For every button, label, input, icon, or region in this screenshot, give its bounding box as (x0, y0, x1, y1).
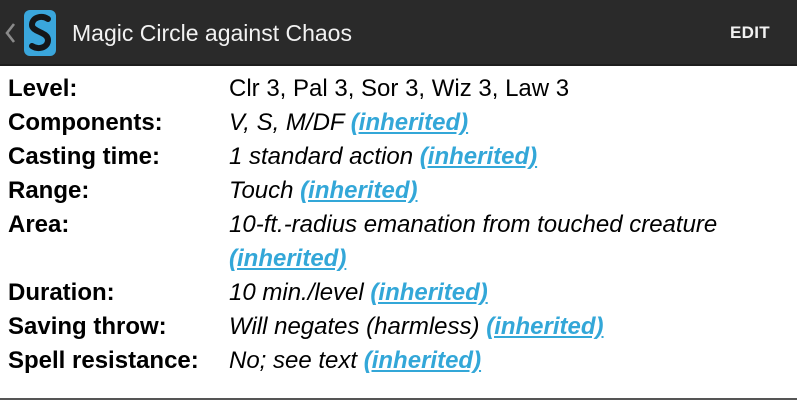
level-value: Clr 3, Pal 3, Sor 3, Wiz 3, Law 3 (229, 75, 570, 102)
action-bar: Magic Circle against Chaos EDIT (0, 0, 797, 66)
area-inherited-link[interactable]: (inherited) (229, 245, 346, 272)
duration-inherited-link[interactable]: (inherited) (370, 279, 487, 306)
spell-row-casting-time: Casting time: 1 standard action (inherit… (0, 140, 797, 174)
saving-throw-value: Will negates (harmless) (229, 313, 480, 340)
spell-row-spell-resistance: Spell resistance: No; see text (inherite… (0, 344, 797, 378)
spell-row-area: Area: 10-ft.-radius emanation from touch… (0, 208, 797, 276)
spell-details: Level: Clr 3, Pal 3, Sor 3, Wiz 3, Law 3… (0, 72, 797, 378)
casting-time-value: 1 standard action (229, 143, 414, 170)
casting-time-value-container: 1 standard action (inherited) (229, 140, 769, 174)
spell-resistance-value-container: No; see text (inherited) (229, 344, 769, 378)
components-value-container: V, S, M/DF (inherited) (229, 106, 769, 140)
duration-value: 10 min./level (229, 279, 364, 306)
chevron-left-icon (3, 19, 17, 47)
saving-throw-value-container: Will negates (harmless) (inherited) (229, 310, 769, 344)
page-title: Magic Circle against Chaos (72, 20, 352, 46)
edit-button[interactable]: EDIT (703, 0, 797, 66)
range-label: Range: (8, 177, 90, 204)
components-value: V, S, M/DF (229, 109, 345, 136)
components-inherited-link[interactable]: (inherited) (351, 109, 468, 136)
spell-row-range: Range: Touch (inherited) (0, 174, 797, 208)
duration-value-container: 10 min./level (inherited) (229, 276, 769, 310)
range-value: Touch (229, 177, 294, 204)
components-label: Components: (8, 109, 163, 136)
casting-time-label: Casting time: (8, 143, 161, 170)
spell-row-level: Level: Clr 3, Pal 3, Sor 3, Wiz 3, Law 3 (0, 72, 797, 106)
spell-resistance-label: Spell resistance: (8, 347, 199, 374)
range-inherited-link[interactable]: (inherited) (300, 177, 417, 204)
spell-row-components: Components: V, S, M/DF (inherited) (0, 106, 797, 140)
duration-label: Duration: (8, 279, 115, 306)
area-value: 10-ft.-radius emanation from touched cre… (229, 211, 718, 238)
level-label: Level: (8, 75, 78, 102)
spell-resistance-inherited-link[interactable]: (inherited) (364, 347, 481, 374)
area-value-container: 10-ft.-radius emanation from touched cre… (229, 208, 769, 276)
casting-time-inherited-link[interactable]: (inherited) (420, 143, 537, 170)
spell-row-saving-throw: Saving throw: Will negates (harmless) (i… (0, 310, 797, 344)
spell-row-duration: Duration: 10 min./level (inherited) (0, 276, 797, 310)
spell-resistance-value: No; see text (229, 347, 358, 374)
up-navigation-button[interactable] (0, 0, 60, 66)
saving-throw-inherited-link[interactable]: (inherited) (486, 313, 603, 340)
area-label: Area: (8, 211, 70, 238)
app-logo-s-icon (24, 10, 56, 56)
range-value-container: Touch (inherited) (229, 174, 769, 208)
saving-throw-label: Saving throw: (8, 313, 167, 340)
